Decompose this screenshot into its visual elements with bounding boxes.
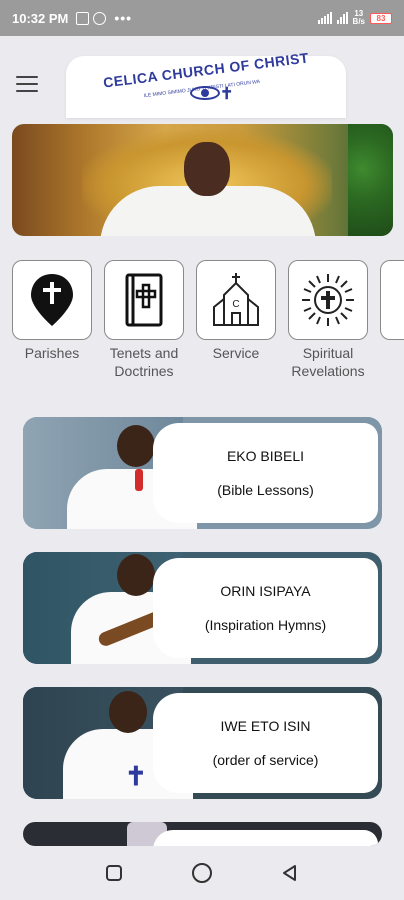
card-subtitle: (Bible Lessons)	[217, 482, 314, 498]
card-text-panel	[153, 830, 378, 846]
network-speed-unit: B/s	[352, 17, 365, 26]
svg-text:C: C	[232, 299, 239, 310]
card-title: IWE ETO ISIN	[220, 718, 311, 734]
more-dots-icon: •••	[114, 10, 133, 26]
card-title: ORIN ISIPAYA	[220, 583, 311, 599]
category-label: Spiritual Revelations	[291, 345, 365, 379]
status-time: 10:32 PM	[12, 10, 69, 26]
home-icon[interactable]	[190, 861, 214, 885]
card-subtitle: (Inspiration Hymns)	[204, 617, 327, 633]
card-text-panel: ORIN ISIPAYA (Inspiration Hymns)	[153, 558, 378, 658]
back-icon[interactable]	[278, 861, 302, 885]
system-nav-bar	[0, 846, 404, 900]
category-row: Parishes Tenets and Doctrines C Service …	[12, 260, 404, 390]
plant-shape	[348, 124, 393, 236]
card-bible-lessons[interactable]: EKO BIBELI (Bible Lessons)	[23, 417, 382, 529]
card-inspiration-hymns[interactable]: ORIN ISIPAYA (Inspiration Hymns)	[23, 552, 382, 664]
battery-level: 83	[376, 13, 386, 23]
cross-icon: ✝	[220, 86, 234, 103]
hamburger-menu-icon[interactable]	[16, 76, 38, 92]
signal-icon	[317, 12, 332, 24]
category-revelations[interactable]: Spiritual Revelations	[288, 260, 368, 380]
category-service[interactable]: C Service	[196, 260, 276, 362]
image-icon	[76, 11, 90, 25]
category-label: Tenets and Doctrines	[109, 345, 179, 379]
signal-icon-2	[336, 12, 348, 24]
category-parishes[interactable]: Parishes	[12, 260, 92, 362]
battery-icon: 83	[370, 12, 392, 24]
church-icon: C	[213, 273, 259, 326]
person-head-shape	[184, 142, 230, 196]
status-bar: 10:32 PM ••• 13 B/s 83	[0, 0, 404, 36]
status-right-icons: 13 B/s 83	[317, 10, 392, 26]
card-partial[interactable]	[23, 822, 382, 846]
location-pin-cross-icon	[31, 274, 73, 326]
hero-banner-image	[12, 124, 393, 236]
eye-icon	[190, 86, 220, 100]
category-label: Parishes	[24, 345, 80, 361]
recent-apps-icon[interactable]	[102, 861, 126, 885]
network-speed: 13 B/s	[353, 10, 365, 26]
category-label: Service	[212, 345, 260, 361]
church-logo: CELICA CHURCH OF CHRIST ILE MIMO SIMIMO …	[66, 49, 346, 118]
card-text-panel: EKO BIBELI (Bible Lessons)	[153, 423, 378, 523]
cross-icon: ✝	[125, 761, 147, 791]
radiant-cross-icon	[302, 274, 354, 326]
microphone-icon	[135, 469, 143, 491]
status-notification-icons: •••	[76, 10, 132, 26]
category-about[interactable]: Ab	[380, 260, 404, 362]
card-title: EKO BIBELI	[226, 448, 305, 464]
whatsapp-icon	[93, 11, 107, 25]
card-text-panel: IWE ETO ISIN (order of service)	[153, 693, 378, 793]
bible-icon	[125, 273, 163, 327]
category-tenets[interactable]: Tenets and Doctrines	[104, 260, 184, 380]
app-header: CELICA CHURCH OF CHRIST ILE MIMO SIMIMO …	[0, 36, 404, 120]
category-label: Ab	[380, 344, 404, 362]
card-order-of-service[interactable]: ✝ IWE ETO ISIN (order of service)	[23, 687, 382, 799]
card-subtitle: (order of service)	[212, 752, 319, 768]
person-icon	[377, 272, 404, 328]
